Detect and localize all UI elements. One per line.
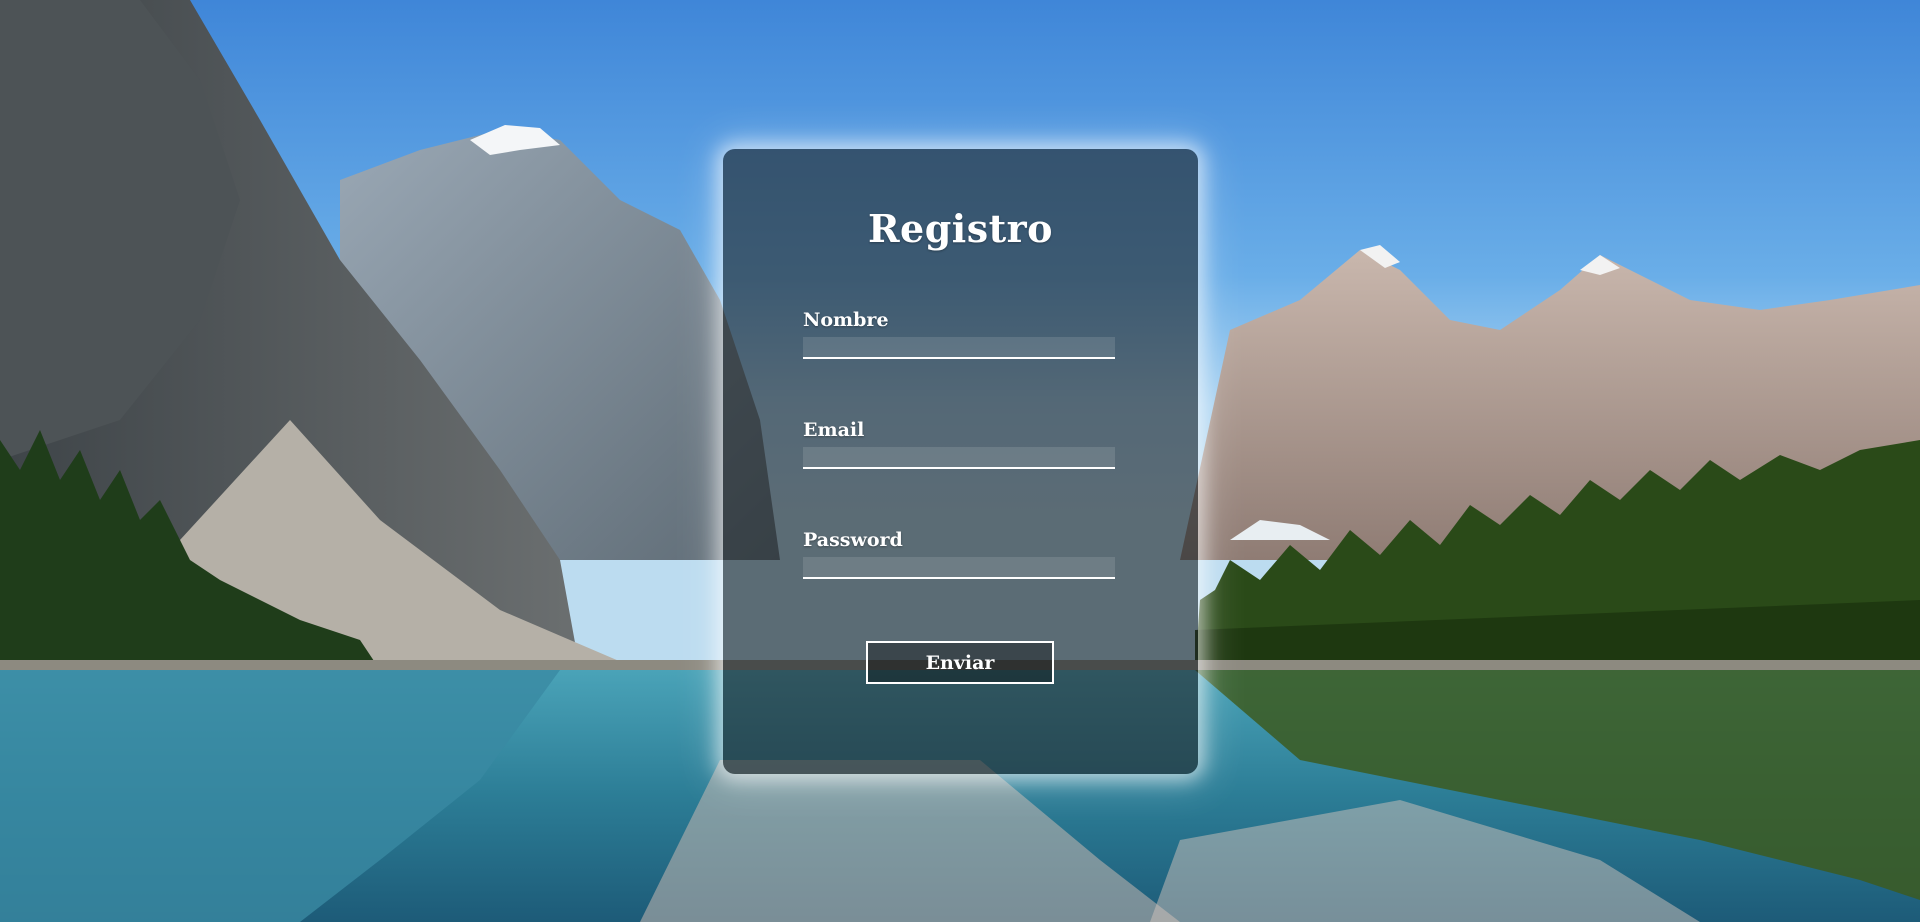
nombre-field-group: Nombre (803, 309, 1115, 359)
form-title: Registro (867, 206, 1054, 251)
email-input[interactable] (803, 447, 1115, 469)
submit-button[interactable]: Enviar (866, 641, 1054, 684)
page-background: Registro Nombre Email Password Enviar (0, 0, 1920, 922)
nombre-input[interactable] (803, 337, 1115, 359)
email-label: Email (803, 419, 865, 441)
nombre-label: Nombre (803, 309, 889, 331)
password-input[interactable] (803, 557, 1115, 579)
registration-card: Registro Nombre Email Password Enviar (723, 149, 1198, 774)
password-field-group: Password (803, 529, 1115, 579)
email-field-group: Email (803, 419, 1115, 469)
password-label: Password (803, 529, 903, 551)
